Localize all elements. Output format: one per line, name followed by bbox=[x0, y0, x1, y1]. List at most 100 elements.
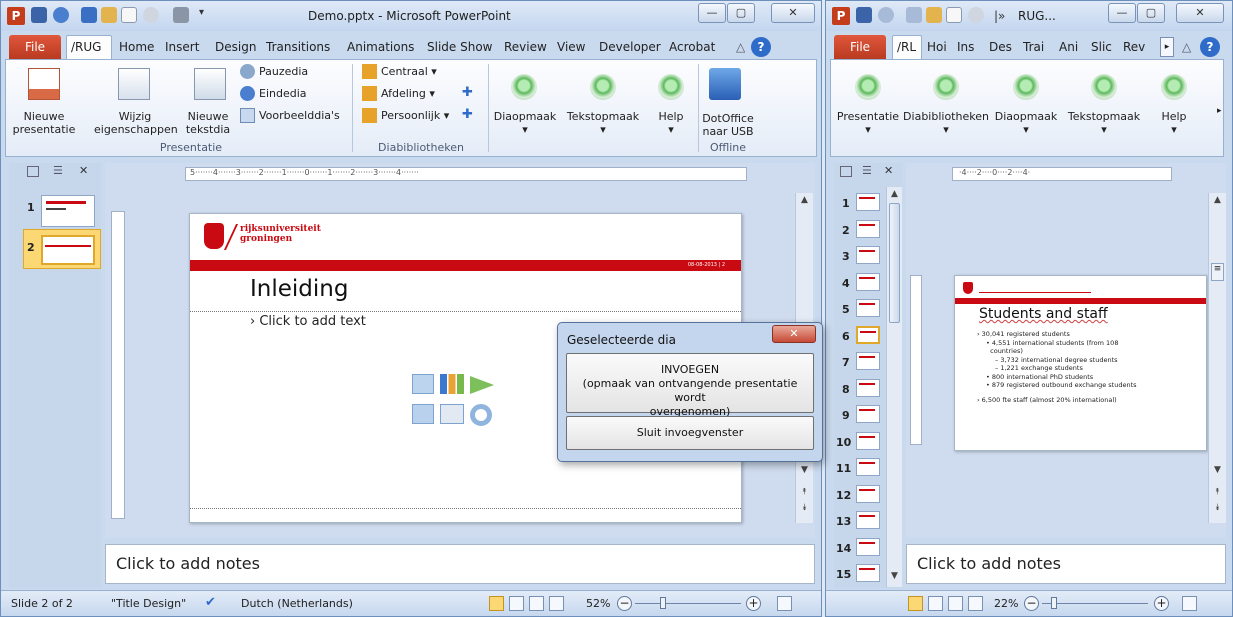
end-slide-button[interactable]: Eindedia bbox=[259, 87, 307, 100]
ribbon-overflow-icon[interactable]: ▸ bbox=[1217, 106, 1222, 116]
tab-design[interactable]: Des bbox=[989, 40, 1012, 54]
maximize-button[interactable]: ▢ bbox=[1137, 3, 1165, 23]
tabs-scroll-right-icon[interactable]: ▸ bbox=[1160, 37, 1174, 57]
slide-thumbnail-11[interactable] bbox=[856, 458, 880, 476]
new-presentation-button[interactable]: Nieuwe presentatie bbox=[12, 110, 76, 136]
powerpoint-app-icon[interactable]: P bbox=[7, 7, 25, 25]
slide-title[interactable]: Students and staff bbox=[979, 306, 1108, 322]
slide-thumbnail-3[interactable] bbox=[856, 246, 880, 264]
zoom-slider-thumb[interactable] bbox=[1050, 597, 1057, 609]
theme-name[interactable]: "Title Design" bbox=[111, 597, 186, 610]
open-folder-icon[interactable] bbox=[926, 7, 942, 23]
insert-button[interactable]: INVOEGEN (opmaak van ontvangende present… bbox=[566, 353, 814, 418]
slide-thumbnail-8[interactable] bbox=[856, 378, 880, 397]
normal-view-icon[interactable] bbox=[908, 596, 923, 611]
language[interactable]: Dutch (Netherlands) bbox=[241, 597, 353, 610]
tab-home[interactable]: Hoi bbox=[927, 40, 947, 54]
fit-slide-icon[interactable] bbox=[1182, 596, 1197, 611]
scrollbar-thumb[interactable]: ≡ bbox=[1211, 263, 1224, 281]
slides-tab-icon[interactable] bbox=[27, 166, 39, 177]
slide-thumbnail-2[interactable] bbox=[41, 235, 95, 265]
normal-view-icon[interactable] bbox=[489, 596, 504, 611]
slide-thumbnail-1[interactable] bbox=[41, 195, 95, 227]
slide-thumbnail-4[interactable] bbox=[856, 272, 880, 291]
dialog-close-button[interactable]: ✕ bbox=[772, 325, 816, 343]
tab-animations[interactable]: Animations bbox=[347, 40, 414, 54]
zoom-in-icon[interactable]: + bbox=[746, 596, 761, 611]
slide-layout-button[interactable]: Diaopmaak ▾ bbox=[490, 110, 560, 136]
redo-icon[interactable] bbox=[906, 7, 922, 23]
scroll-down-icon[interactable]: ▼ bbox=[796, 465, 813, 475]
insert-picture-icon[interactable] bbox=[412, 404, 434, 424]
zoom-slider-thumb[interactable] bbox=[659, 597, 666, 609]
slide-thumbnail-12[interactable] bbox=[856, 484, 880, 503]
tab-review[interactable]: Review bbox=[504, 40, 547, 54]
insert-table-icon[interactable] bbox=[412, 374, 434, 394]
notes-pane[interactable]: Click to add notes bbox=[906, 544, 1226, 584]
insert-chart-icon[interactable] bbox=[440, 374, 464, 394]
slide-bullet-list[interactable]: › 30,041 registered students • 4,551 inte… bbox=[977, 330, 1202, 404]
slide-show-icon[interactable] bbox=[968, 596, 983, 611]
slide-thumbnail-5[interactable] bbox=[856, 299, 880, 317]
notes-pane[interactable]: Click to add notes bbox=[105, 544, 815, 584]
slide-vertical-scrollbar[interactable]: ▲ ≡ ▼ ⯭ ⯯ bbox=[1208, 193, 1226, 523]
new-document-icon[interactable] bbox=[121, 7, 137, 23]
close-window-button[interactable]: ✕ bbox=[1176, 3, 1224, 23]
scroll-up-icon[interactable]: ▲ bbox=[887, 189, 902, 199]
add-personal-icon[interactable]: ✚ bbox=[462, 107, 473, 122]
zoom-level[interactable]: 52% bbox=[586, 597, 610, 610]
tab-review[interactable]: Rev bbox=[1123, 40, 1145, 54]
slide-sorter-icon[interactable] bbox=[928, 596, 943, 611]
tab-insert[interactable]: Insert bbox=[165, 40, 199, 54]
thumbnails-scrollbar[interactable]: ▲ ▼ bbox=[886, 187, 902, 587]
slide-thumbnail-2[interactable] bbox=[856, 219, 880, 238]
diabibliotheken-dropdown[interactable]: Diabibliotheken ▾ bbox=[903, 110, 989, 136]
open-folder-icon[interactable] bbox=[101, 7, 117, 23]
tab-insert[interactable]: Ins bbox=[957, 40, 974, 54]
outline-tab-icon[interactable]: ☰ bbox=[53, 164, 63, 177]
close-window-button[interactable]: ✕ bbox=[771, 3, 815, 23]
slide-thumbnail-1[interactable] bbox=[856, 193, 880, 211]
close-pane-icon[interactable]: ✕ bbox=[884, 164, 893, 177]
tab-transitions[interactable]: Transitions bbox=[266, 40, 330, 54]
help-dropdown[interactable]: Help ▾ bbox=[648, 110, 694, 136]
slide-thumbnail-10[interactable] bbox=[856, 431, 880, 450]
minimize-button[interactable]: — bbox=[698, 3, 726, 23]
central-library-dropdown[interactable]: Centraal ▾ bbox=[381, 65, 437, 78]
edit-properties-button[interactable]: Wijzig eigenschappen bbox=[94, 110, 178, 136]
department-library-dropdown[interactable]: Afdeling ▾ bbox=[381, 87, 435, 100]
presentatie-dropdown[interactable]: Presentatie ▾ bbox=[833, 110, 903, 136]
previous-slide-icon[interactable]: ⯭ bbox=[1209, 487, 1226, 497]
next-slide-icon[interactable]: ⯯ bbox=[796, 503, 813, 513]
next-slide-icon[interactable]: ⯯ bbox=[1209, 503, 1226, 513]
zoom-in-icon[interactable]: + bbox=[1154, 596, 1169, 611]
zoom-level[interactable]: 22% bbox=[994, 597, 1018, 610]
tab-design[interactable]: Design bbox=[215, 40, 256, 54]
tab-transitions[interactable]: Trai bbox=[1023, 40, 1044, 54]
tab-file[interactable]: File bbox=[9, 35, 61, 59]
slide-thumbnail-7[interactable] bbox=[856, 352, 880, 370]
help-dropdown[interactable]: Help ▾ bbox=[1151, 110, 1197, 136]
print-icon[interactable] bbox=[173, 7, 189, 23]
zoom-out-icon[interactable]: − bbox=[617, 596, 632, 611]
slide-title[interactable]: Inleiding bbox=[250, 276, 348, 302]
previous-slide-icon[interactable]: ⯭ bbox=[796, 487, 813, 497]
personal-library-dropdown[interactable]: Persoonlijk ▾ bbox=[381, 109, 449, 122]
zoom-slider[interactable] bbox=[635, 597, 741, 609]
reading-view-icon[interactable] bbox=[529, 596, 544, 611]
slide-thumbnail-6[interactable] bbox=[856, 325, 880, 344]
scrollbar-thumb[interactable] bbox=[889, 203, 900, 323]
minimize-button[interactable]: — bbox=[1108, 3, 1136, 23]
reading-view-icon[interactable] bbox=[948, 596, 963, 611]
pause-slide-button[interactable]: Pauzedia bbox=[259, 65, 308, 78]
more-commands-icon[interactable]: |» bbox=[994, 9, 1005, 23]
tab-slide-show[interactable]: Slic bbox=[1091, 40, 1112, 54]
zoom-slider[interactable] bbox=[1042, 597, 1148, 609]
slide-thumbnail-13[interactable] bbox=[856, 511, 880, 529]
slide-layout-button[interactable]: Diaopmaak ▾ bbox=[991, 110, 1061, 136]
tab-view[interactable]: View bbox=[557, 40, 585, 54]
slide-6[interactable]: Students and staff › 30,041 registered s… bbox=[954, 275, 1207, 451]
scroll-up-icon[interactable]: ▲ bbox=[796, 195, 813, 205]
insert-clipart-icon[interactable] bbox=[440, 404, 464, 424]
tab-developer[interactable]: Developer bbox=[599, 40, 661, 54]
